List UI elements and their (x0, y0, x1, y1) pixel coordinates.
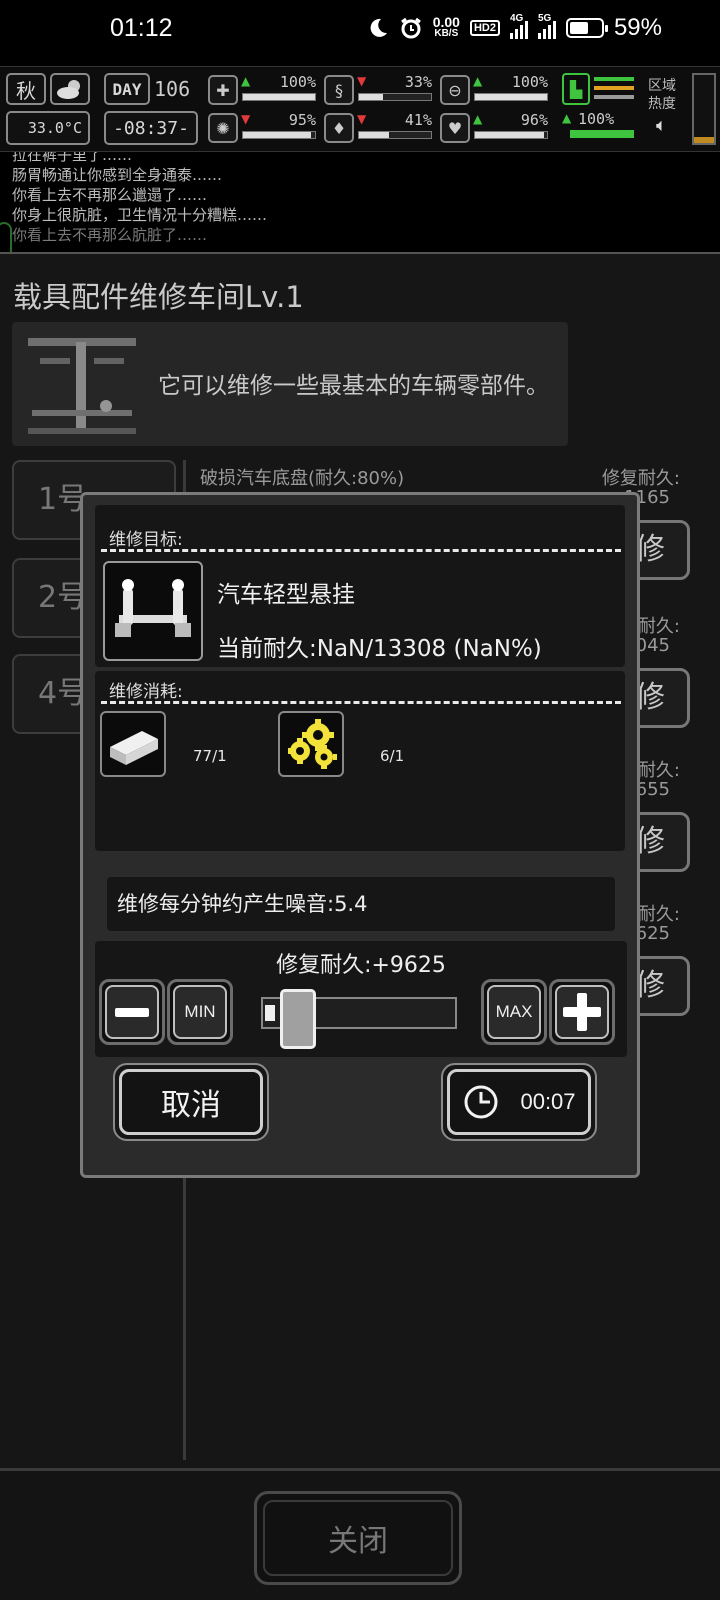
repair-amount-label: 修复耐久:+9625 (276, 953, 446, 978)
temperature-display: 33.0°C (6, 111, 90, 145)
stat-value: 41% (404, 111, 432, 129)
signal-5g-icon: 5G (537, 13, 556, 39)
max-button[interactable]: MAX (481, 979, 547, 1045)
vital-stat[interactable]: ✺ ▼ 95% (208, 111, 320, 145)
stamina-bar (570, 130, 634, 138)
stamina-lines (594, 77, 634, 101)
repair-cost-title: 维修消耗: (109, 682, 183, 702)
trend-arrow-icon: ▲ (241, 74, 251, 88)
moon-icon (370, 18, 387, 37)
close-button[interactable]: 关闭 (254, 1491, 462, 1585)
weather-icon[interactable] (50, 73, 90, 105)
stat-bar (474, 93, 548, 101)
vital-stat[interactable]: ♥ ▲ 96% (440, 111, 552, 145)
target-item-name: 汽车轻型悬挂 (217, 582, 355, 608)
trend-arrow-icon: ▼ (241, 112, 251, 126)
repair-time: 00:07 (520, 1089, 576, 1114)
stat-value: 100% (511, 73, 548, 91)
day-number: 106 (154, 77, 191, 101)
status-bar: 01:12 0.00 KB/S HD2 4G 5G 59% (0, 0, 720, 62)
plus-icon (563, 993, 601, 1031)
brain-icon: ✺ (208, 113, 238, 143)
repair-target-title: 维修目标: (109, 530, 183, 550)
clock-time: 01:12 (110, 14, 173, 42)
stomach-icon: § (324, 75, 354, 105)
stat-bar (242, 131, 316, 139)
car-lift-icon (28, 338, 136, 434)
zone-heat-label: 区域 热度 (648, 78, 676, 112)
workshop-description: 它可以维修一些最基本的车辆零部件。 (158, 373, 549, 399)
stat-value: 100% (279, 73, 316, 91)
decrease-button[interactable] (99, 979, 165, 1045)
trend-arrow-icon: ▼ (357, 74, 367, 88)
repair-amount-slider[interactable] (261, 989, 457, 1049)
game-clock: -08:37- (104, 111, 198, 145)
heart-icon: ♥ (440, 113, 470, 143)
vital-stat[interactable]: ♦ ▼ 41% (324, 111, 436, 145)
gears-icon[interactable] (278, 711, 344, 777)
stat-value: 96% (520, 111, 548, 129)
battery-percent: 59% (613, 14, 662, 41)
minus-icon (115, 1007, 149, 1017)
increase-button[interactable] (549, 979, 615, 1045)
stat-bar (358, 93, 432, 101)
status-icons: 0.00 KB/S HD2 4G 5G 59% (367, 13, 662, 42)
medkit-icon: ✚ (208, 75, 238, 105)
vital-stat[interactable]: § ▼ 33% (324, 73, 436, 107)
stat-bar (242, 93, 316, 101)
vital-stat[interactable]: ✚ ▲ 100% (208, 73, 320, 107)
log-line: 你看上去不再那么邋遢了…… (12, 186, 208, 204)
stat-bar (474, 131, 548, 139)
noise-info: 维修每分钟约产生噪音:5.4 (107, 877, 615, 931)
part-name: 破损汽车底盘(耐久:80%) (200, 468, 405, 489)
alarm-icon (400, 17, 421, 39)
repair-amount-controls: 修复耐久:+9625 MIN MAX (95, 941, 627, 1057)
trend-arrow-icon: ▲ (473, 112, 483, 126)
target-item-durability: 当前耐久:NaN/13308 (NaN%) (217, 636, 542, 662)
net-speed: 0.00 KB/S (432, 14, 460, 39)
bladder-icon: ⊖ (440, 75, 470, 105)
stamina-value: 100% (578, 110, 615, 128)
material-quantity: 6/1 (380, 747, 405, 765)
repair-target-section: 维修目标: 汽车轻型悬挂 当前耐久:NaN/13308 (NaN%) (95, 505, 625, 667)
panel-footer: 关闭 (0, 1468, 720, 1600)
sound-icon[interactable]: 🔈︎ (656, 115, 667, 136)
repair-cost-section: 维修消耗: 77/1 6/1 (95, 671, 625, 851)
hd-voice-icon: HD2 (469, 20, 500, 36)
trend-arrow-icon: ▲ (473, 74, 483, 88)
log-line: 你身上很肮脏，卫生情况十分糟糕…… (12, 206, 268, 224)
survival-hud: 秋 33.0°C DAY 106 -08:37- ✚ ▲ 100% § ▼ 33% ⊖ ▲ 10… (0, 66, 720, 152)
timer-icon (464, 1085, 498, 1119)
cancel-button[interactable]: 取消 (113, 1063, 269, 1141)
workshop-description-box: 它可以维修一些最基本的车辆零部件。 (12, 322, 568, 446)
stat-value: 95% (288, 111, 316, 129)
repair-dialog: 维修目标: 汽车轻型悬挂 当前耐久:NaN/13308 (NaN%) 维修消耗: (80, 492, 640, 1178)
message-log[interactable]: 拉在裤子里了…… 肠胃畅通让你感到全身通泰…… 你看上去不再那么邋遢了…… 你身… (0, 152, 720, 248)
battery-icon (565, 18, 608, 38)
day-label: DAY (104, 73, 150, 105)
season-indicator[interactable]: 秋 (6, 73, 46, 105)
log-line: 你看上去不再那么肮脏了…… (12, 226, 208, 244)
trend-arrow-icon: ▼ (357, 112, 367, 126)
suspension-icon[interactable] (103, 561, 203, 661)
zone-heat-meter (692, 73, 716, 145)
stat-value: 33% (404, 73, 432, 91)
stamina-boot-icon: ▙ (562, 73, 590, 105)
stamina-trend-arrow: ▲ (562, 111, 572, 125)
slider-thumb[interactable] (279, 989, 316, 1049)
start-repair-button[interactable]: 00:07 (441, 1063, 597, 1141)
water-drop-icon: ♦ (324, 113, 354, 143)
vital-stat[interactable]: ⊖ ▲ 100% (440, 73, 552, 107)
steel-plate-icon[interactable] (100, 711, 166, 777)
log-line: 肠胃畅通让你感到全身通泰…… (12, 166, 223, 184)
signal-4g-icon: 4G (509, 13, 528, 39)
log-line: 拉在裤子里了…… (12, 152, 133, 164)
min-button[interactable]: MIN (167, 979, 233, 1045)
stat-bar (358, 131, 432, 139)
material-quantity: 77/1 (193, 747, 227, 765)
workshop-title: 载具配件维修车间Lv.1 (13, 280, 304, 314)
